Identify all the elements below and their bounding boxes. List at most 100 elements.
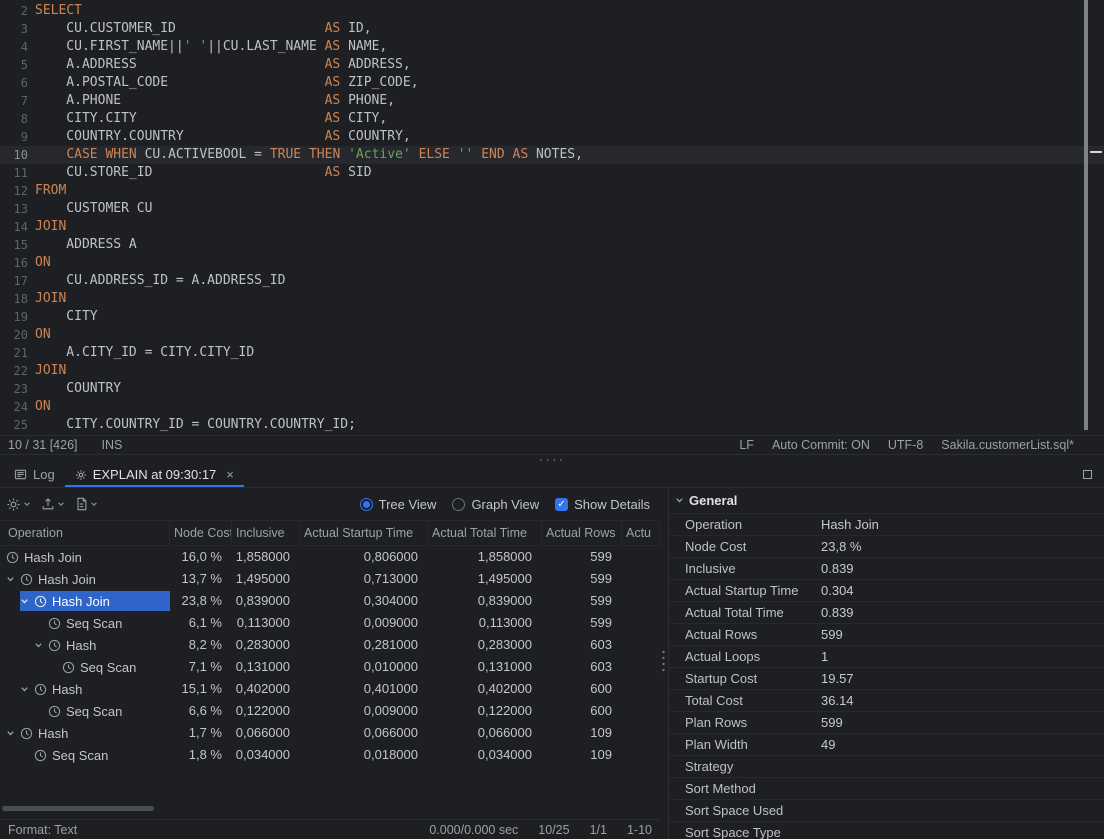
graph-view-radio[interactable]: Graph View	[452, 497, 539, 512]
property-value[interactable]: 0.304	[817, 580, 1104, 601]
code-line[interactable]: 20ON	[0, 326, 1104, 344]
code-line[interactable]: 21 A.CITY_ID = CITY.CITY_ID	[0, 344, 1104, 362]
plan-node[interactable]: Seq Scan	[48, 701, 126, 721]
property-row[interactable]: Node Cost23,8 %	[669, 536, 1104, 558]
properties-section-general[interactable]: General	[669, 488, 1104, 514]
plan-node[interactable]: Seq Scan	[34, 745, 112, 765]
plan-row[interactable]: Hash15,1 %0,4020000,4010000,402000600	[0, 678, 660, 700]
plan-row[interactable]: Hash1,7 %0,0660000,0660000,066000109	[0, 722, 660, 744]
pane-resize-handle[interactable]	[660, 488, 668, 839]
chevron-expanded-icon[interactable]	[20, 685, 34, 694]
code-line[interactable]: 17 CU.ADDRESS_ID = A.ADDRESS_ID	[0, 272, 1104, 290]
column-header[interactable]: Actual Total Time	[428, 521, 542, 545]
show-details-checkbox[interactable]: ✓ Show Details	[555, 497, 650, 512]
chevron-expanded-icon[interactable]	[6, 575, 20, 584]
column-header[interactable]: Actual Startup Time	[300, 521, 428, 545]
code-line[interactable]: 25 CITY.COUNTRY_ID = COUNTRY.COUNTRY_ID;	[0, 416, 1104, 434]
chevron-down-icon[interactable]	[675, 496, 684, 505]
property-value[interactable]: 1	[817, 646, 1104, 667]
code-line[interactable]: 19 CITY	[0, 308, 1104, 326]
property-value[interactable]	[817, 778, 1104, 799]
property-value[interactable]: 0.839	[817, 602, 1104, 623]
code-line[interactable]: 23 COUNTRY	[0, 380, 1104, 398]
property-row[interactable]: Plan Width49	[669, 734, 1104, 756]
property-row[interactable]: Sort Space Type	[669, 822, 1104, 839]
property-row[interactable]: Sort Method	[669, 778, 1104, 800]
plan-row[interactable]: Hash8,2 %0,2830000,2810000,283000603	[0, 634, 660, 656]
code-line[interactable]: 7 A.PHONE AS PHONE,	[0, 92, 1104, 110]
code-line[interactable]: 5 A.ADDRESS AS ADDRESS,	[0, 56, 1104, 74]
column-header[interactable]: Actu	[622, 521, 660, 545]
column-header[interactable]: Operation	[0, 521, 170, 545]
sql-editor[interactable]: 2SELECT3 CU.CUSTOMER_ID AS ID,4 CU.FIRST…	[0, 0, 1104, 454]
pane-splitter[interactable]: ····	[0, 454, 1104, 462]
property-value[interactable]: 599	[817, 712, 1104, 733]
property-row[interactable]: Sort Space Used	[669, 800, 1104, 822]
code-line[interactable]: 22JOIN	[0, 362, 1104, 380]
property-row[interactable]: Startup Cost19.57	[669, 668, 1104, 690]
code-line[interactable]: 16ON	[0, 254, 1104, 272]
code-line[interactable]: 18JOIN	[0, 290, 1104, 308]
chevron-expanded-icon[interactable]	[34, 641, 48, 650]
property-row[interactable]: Strategy	[669, 756, 1104, 778]
chevron-down-icon[interactable]	[57, 500, 65, 508]
property-row[interactable]: Inclusive0.839	[669, 558, 1104, 580]
property-value[interactable]: 49	[817, 734, 1104, 755]
plan-row[interactable]: Seq Scan6,6 %0,1220000,0090000,122000600	[0, 700, 660, 722]
code-line[interactable]: 12FROM	[0, 182, 1104, 200]
insert-mode-indicator[interactable]: INS	[102, 438, 123, 452]
tab-log[interactable]: Log	[4, 462, 65, 487]
property-value[interactable]: Hash Join	[817, 514, 1104, 535]
tab-explain[interactable]: EXPLAIN at 09:30:17 ×	[65, 462, 244, 487]
editor-scrollbar[interactable]	[1084, 0, 1104, 434]
property-row[interactable]: Plan Rows599	[669, 712, 1104, 734]
property-row[interactable]: Actual Total Time0.839	[669, 602, 1104, 624]
script-button[interactable]	[75, 497, 98, 511]
property-value[interactable]: 36.14	[817, 690, 1104, 711]
property-value[interactable]: 23,8 %	[817, 536, 1104, 557]
plan-row[interactable]: Hash Join23,8 %0,8390000,3040000,8390005…	[0, 590, 660, 612]
chevron-down-icon[interactable]	[90, 500, 98, 508]
plan-row[interactable]: Hash Join13,7 %1,4950000,7130001,4950005…	[0, 568, 660, 590]
close-tab-icon[interactable]: ×	[226, 467, 234, 482]
plan-row[interactable]: Hash Join16,0 %1,8580000,8060001,8580005…	[0, 546, 660, 568]
plan-node[interactable]: Hash Join	[6, 569, 100, 589]
column-header[interactable]: Inclusive	[232, 521, 300, 545]
auto-commit-indicator[interactable]: Auto Commit: ON	[772, 438, 870, 452]
code-line[interactable]: 10 CASE WHEN CU.ACTIVEBOOL = TRUE THEN '…	[0, 146, 1104, 164]
export-button[interactable]	[41, 497, 65, 511]
property-row[interactable]: Actual Loops1	[669, 646, 1104, 668]
property-value[interactable]: 19.57	[817, 668, 1104, 689]
line-ending-indicator[interactable]: LF	[739, 438, 754, 452]
property-value[interactable]	[817, 822, 1104, 839]
plan-row[interactable]: Seq Scan7,1 %0,1310000,0100000,131000603	[0, 656, 660, 678]
property-row[interactable]: Actual Startup Time0.304	[669, 580, 1104, 602]
scrollbar-thumb[interactable]	[1084, 0, 1088, 430]
property-value[interactable]: 599	[817, 624, 1104, 645]
plan-row[interactable]: Seq Scan6,1 %0,1130000,0090000,113000599	[0, 612, 660, 634]
maximize-panel-icon[interactable]	[1083, 470, 1092, 479]
code-line[interactable]: 15 ADDRESS A	[0, 236, 1104, 254]
property-value[interactable]	[817, 800, 1104, 821]
code-line[interactable]: 11 CU.STORE_ID AS SID	[0, 164, 1104, 182]
plan-node[interactable]: Hash Join	[6, 547, 86, 567]
code-line[interactable]: 24ON	[0, 398, 1104, 416]
column-header[interactable]: Actual Rows	[542, 521, 622, 545]
code-line[interactable]: 4 CU.FIRST_NAME||' '||CU.LAST_NAME AS NA…	[0, 38, 1104, 56]
code-line[interactable]: 6 A.POSTAL_CODE AS ZIP_CODE,	[0, 74, 1104, 92]
code-line[interactable]: 2SELECT	[0, 2, 1104, 20]
property-value[interactable]	[817, 756, 1104, 777]
code-line[interactable]: 3 CU.CUSTOMER_ID AS ID,	[0, 20, 1104, 38]
plan-node[interactable]: Seq Scan	[62, 657, 140, 677]
plan-node[interactable]: Hash	[34, 635, 100, 655]
code-line[interactable]: 8 CITY.CITY AS CITY,	[0, 110, 1104, 128]
tree-view-radio[interactable]: Tree View	[360, 497, 437, 512]
chevron-expanded-icon[interactable]	[20, 597, 34, 606]
chevron-down-icon[interactable]	[23, 500, 31, 508]
code-line[interactable]: 13 CUSTOMER CU	[0, 200, 1104, 218]
code-line[interactable]: 14JOIN	[0, 218, 1104, 236]
column-header[interactable]: Node Cost	[170, 521, 232, 545]
property-row[interactable]: OperationHash Join	[669, 514, 1104, 536]
property-row[interactable]: Actual Rows599	[669, 624, 1104, 646]
encoding-indicator[interactable]: UTF-8	[888, 438, 923, 452]
